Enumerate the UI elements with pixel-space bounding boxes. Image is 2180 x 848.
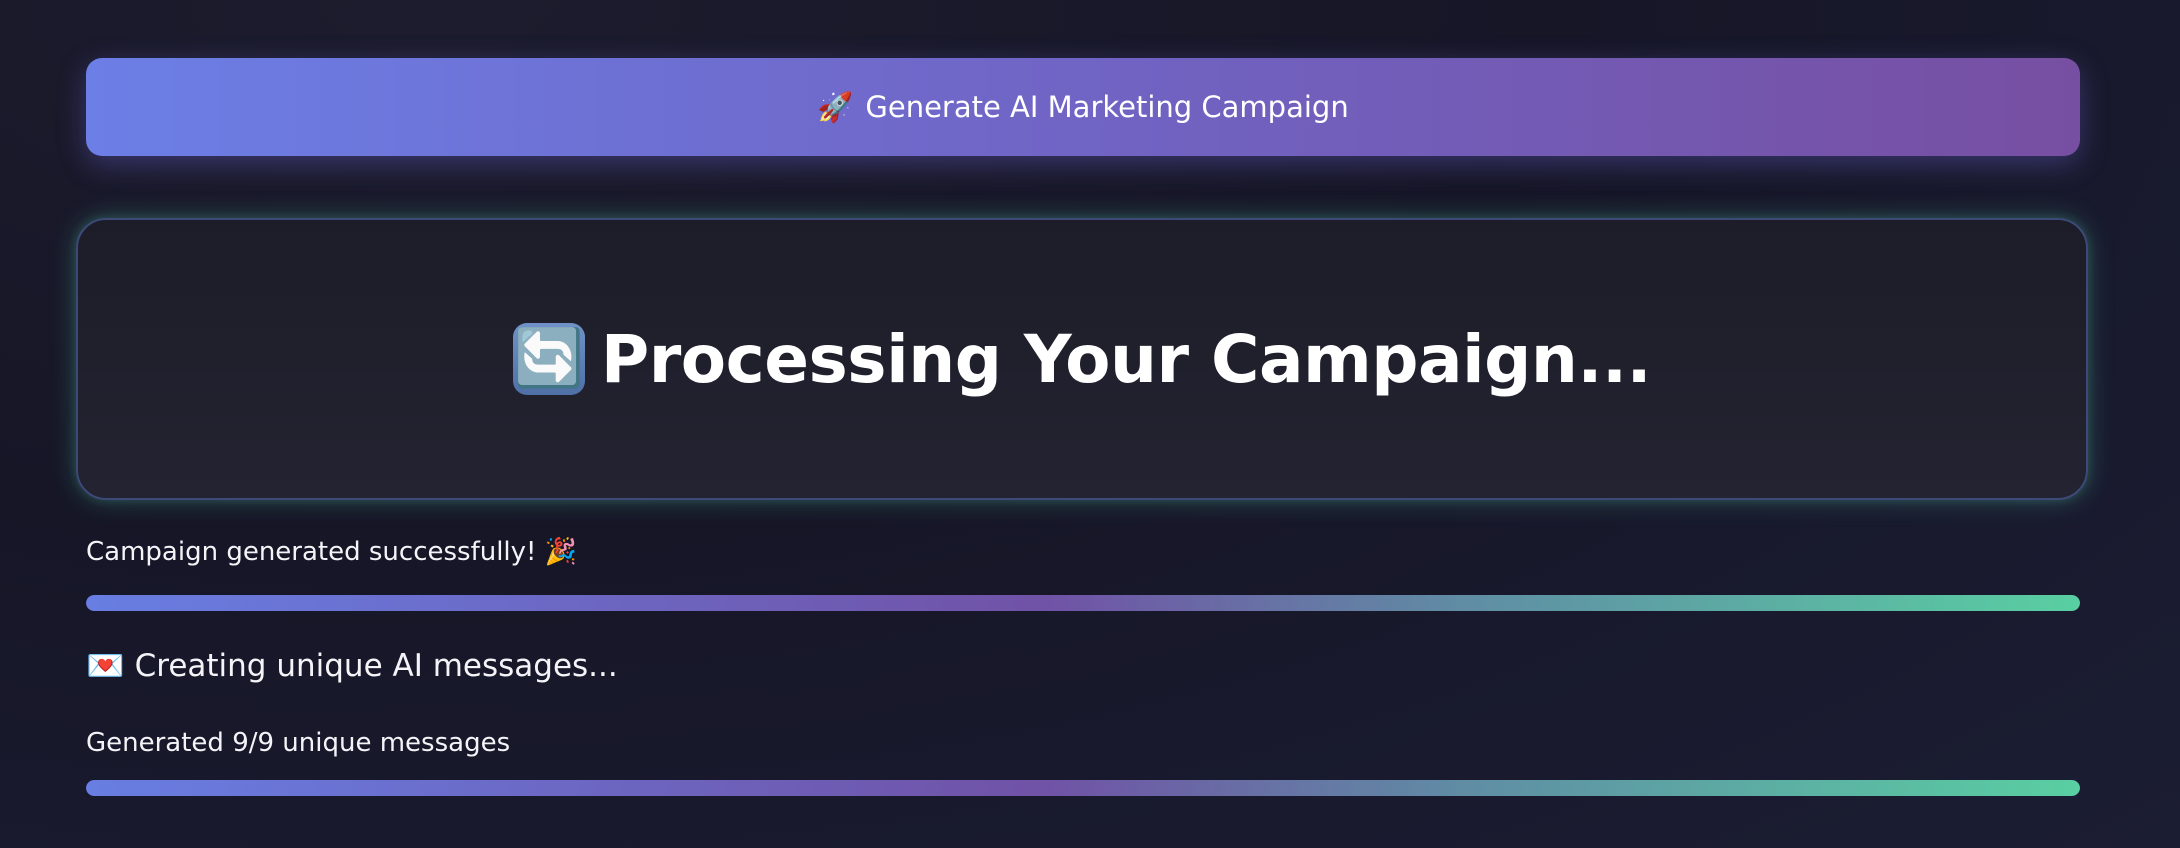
campaign-status-text: Campaign generated successfully! <box>86 537 537 567</box>
generate-campaign-button[interactable]: 🚀 Generate AI Marketing Campaign <box>86 58 2080 156</box>
rocket-icon: 🚀 <box>817 89 854 124</box>
campaign-progress-fill <box>86 595 2080 611</box>
generate-campaign-button-label: Generate AI Marketing Campaign <box>865 90 1349 124</box>
messages-progress-label: Generated 9/9 unique messages <box>86 728 511 758</box>
love-letter-icon: 💌 <box>86 647 125 684</box>
campaign-progress-bar <box>86 595 2080 611</box>
creating-messages-heading: 💌 Creating unique AI messages... <box>86 648 618 684</box>
party-popper-icon: 🎉 <box>544 537 578 567</box>
refresh-icon: 🔄 <box>512 323 585 395</box>
processing-card: 🔄 Processing Your Campaign... <box>76 218 2088 500</box>
messages-progress-bar <box>86 780 2080 796</box>
processing-title: Processing Your Campaign... <box>600 320 1652 398</box>
messages-progress-fill <box>86 780 2080 796</box>
campaign-status-label: Campaign generated successfully! 🎉 <box>86 537 577 567</box>
creating-messages-text: Creating unique AI messages... <box>134 648 618 684</box>
